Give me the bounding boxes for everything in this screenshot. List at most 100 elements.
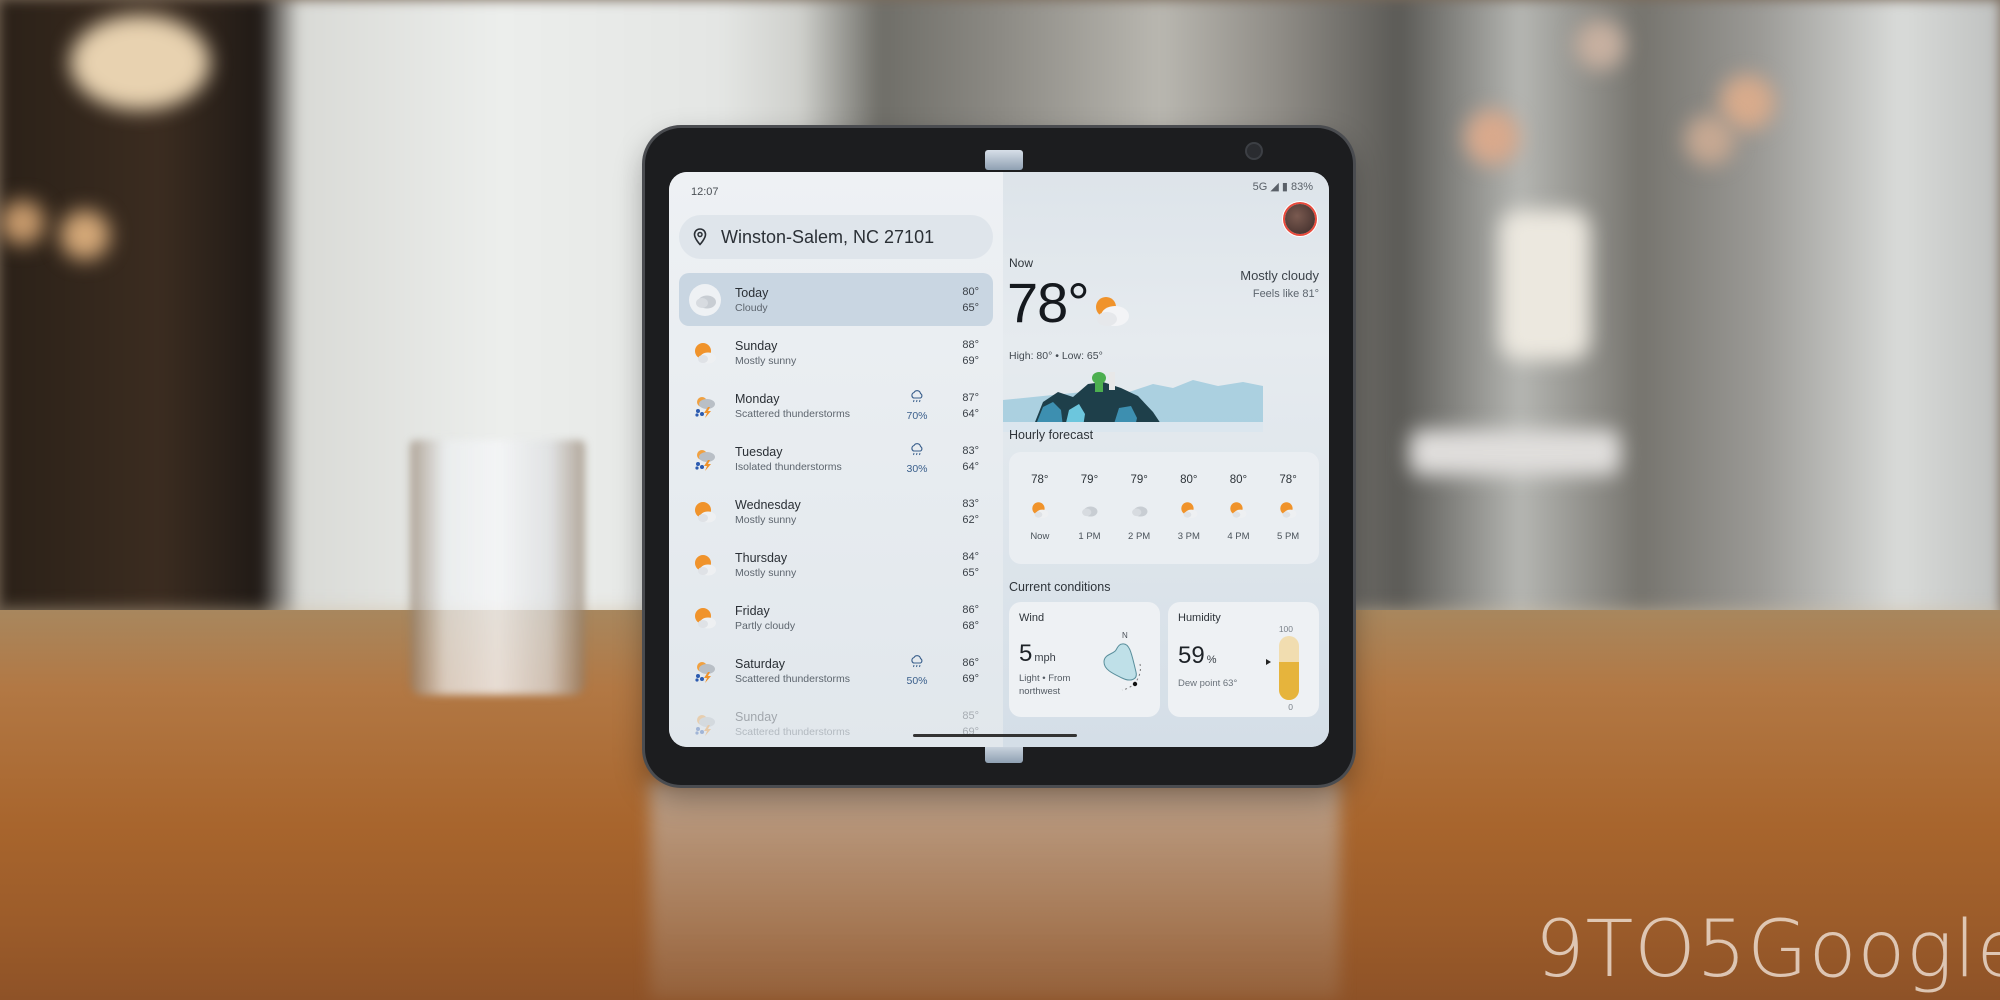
day-condition: Mostly sunny	[735, 566, 797, 579]
day-row[interactable]: Tuesday Isolated thunderstorms 30% 83° 6…	[679, 432, 993, 485]
day-text: Friday Partly cloudy	[735, 604, 897, 632]
bokeh-light	[1720, 75, 1775, 130]
wind-card[interactable]: Wind 5 mph Light • From northwest N	[1009, 602, 1160, 717]
day-temps: 87° 64°	[951, 390, 979, 422]
partly-cloudy-icon	[1228, 500, 1248, 525]
temp-high: 83°	[962, 497, 979, 510]
wind-description: Light • From northwest	[1019, 673, 1071, 697]
day-condition: Mostly sunny	[735, 354, 797, 367]
day-condition: Scattered thunderstorms	[735, 725, 850, 738]
day-row[interactable]: Thursday Mostly sunny 84° 65°	[679, 538, 993, 591]
wind-title: Wind	[1019, 612, 1045, 624]
precipitation: 50%	[897, 654, 937, 687]
humidity-gauge-track	[1279, 636, 1299, 700]
humidity-gauge-fill	[1279, 662, 1299, 700]
hour-time: 3 PM	[1177, 531, 1200, 542]
rain-icon	[910, 442, 924, 461]
hour-temp: 80°	[1180, 474, 1198, 486]
status-time: 12:07	[691, 186, 719, 198]
thunderstorm-icon	[689, 443, 721, 475]
hour-time: Now	[1030, 531, 1050, 542]
hour-time: 1 PM	[1078, 531, 1101, 542]
hourly-forecast-title: Hourly forecast	[1009, 428, 1094, 442]
day-temps: 84° 65°	[951, 549, 979, 581]
wind-speed: 5 mph	[1019, 640, 1056, 668]
hourly-item: 78° 5 PM	[1268, 474, 1308, 542]
hourly-item: 78° Now	[1020, 474, 1060, 542]
precip-chance: 50%	[906, 674, 928, 687]
bokeh-light	[0, 200, 45, 245]
thunderstorm-icon	[689, 390, 721, 422]
temp-high: 88°	[962, 338, 979, 351]
hourly-item: 79° 1 PM	[1069, 474, 1109, 542]
day-text: Today Cloudy	[735, 286, 897, 314]
day-name: Thursday	[735, 550, 788, 565]
hinge-top	[985, 150, 1023, 170]
feels-like: Feels like 81°	[1252, 288, 1319, 300]
mostly-sunny-icon	[689, 496, 721, 528]
now-label: Now	[1009, 256, 1034, 270]
humidity-marker-icon	[1266, 659, 1271, 666]
day-temps: 86° 68°	[951, 602, 979, 634]
partly-cloudy-icon	[1179, 500, 1199, 525]
day-row[interactable]: Monday Scattered thunderstorms 70% 87° 6…	[679, 379, 993, 432]
day-row[interactable]: Wednesday Mostly sunny 83° 62°	[679, 485, 993, 538]
day-row[interactable]: Today Cloudy 80° 65°	[679, 273, 993, 326]
humidity-scale-min: 0	[1288, 702, 1293, 712]
day-row[interactable]: Sunday Scattered thunderstorms 85° 69°	[679, 697, 993, 747]
mostly-sunny-icon	[689, 337, 721, 369]
day-row[interactable]: Friday Partly cloudy 86° 68°	[679, 591, 993, 644]
hourly-item: 80° 3 PM	[1169, 474, 1209, 542]
rain-icon	[910, 389, 924, 408]
blurred-chair	[1410, 430, 1620, 475]
day-row[interactable]: Saturday Scattered thunderstorms 50% 86°…	[679, 644, 993, 697]
hour-temp: 78°	[1279, 474, 1297, 486]
temp-low: 69°	[962, 725, 979, 738]
hourly-forecast-card[interactable]: 78° Now 79° 1 PM 79° 2 PM 80° 3 PM 80° 4…	[1009, 452, 1319, 564]
hour-temp: 79°	[1080, 474, 1099, 486]
blurred-lamp	[1500, 210, 1590, 360]
bokeh-light	[1685, 115, 1735, 165]
partly-cloudy-icon	[1278, 500, 1298, 525]
day-name: Today	[735, 285, 769, 300]
day-row[interactable]: Sunday Mostly sunny 88° 69°	[679, 326, 993, 379]
day-name: Monday	[735, 391, 780, 406]
day-condition: Scattered thunderstorms	[735, 407, 850, 420]
day-name: Sunday	[735, 338, 778, 353]
weather-app-screen: 12:07 Winston-Salem, NC 27101 Today Clou…	[669, 172, 1329, 747]
temp-high: 83°	[962, 444, 979, 457]
hour-time: 2 PM	[1128, 531, 1151, 542]
day-name: Sunday	[735, 709, 778, 724]
gesture-nav-handle[interactable]	[913, 734, 1077, 737]
day-condition: Scattered thunderstorms	[735, 672, 850, 685]
day-temps: 88° 69°	[951, 337, 979, 369]
day-text: Sunday Mostly sunny	[735, 339, 897, 367]
temp-low: 64°	[962, 407, 979, 420]
day-text: Monday Scattered thunderstorms	[735, 392, 897, 420]
current-conditions-title: Current conditions	[1009, 580, 1111, 594]
humidity-value: 59%	[1178, 642, 1216, 670]
temp-low: 69°	[962, 354, 979, 367]
humidity-title: Humidity	[1178, 612, 1221, 624]
day-text: Tuesday Isolated thunderstorms	[735, 445, 897, 473]
cloudy-icon	[1129, 500, 1149, 525]
precipitation: 70%	[897, 389, 937, 422]
precip-chance: 70%	[906, 409, 928, 422]
bokeh-light	[70, 15, 210, 110]
current-conditions-row: Wind 5 mph Light • From northwest N Humid…	[1009, 602, 1319, 717]
hour-temp: 78°	[1031, 474, 1049, 486]
day-name: Friday	[735, 603, 770, 618]
mostly-sunny-icon	[689, 549, 721, 581]
day-name: Wednesday	[735, 497, 801, 512]
humidity-card[interactable]: Humidity 59% Dew point 63° 100 0	[1168, 602, 1319, 717]
temp-high: 86°	[962, 656, 979, 669]
cloudy-icon	[689, 283, 721, 316]
account-avatar[interactable]	[1285, 204, 1315, 234]
front-camera	[1247, 144, 1261, 158]
location-search-bar[interactable]: Winston-Salem, NC 27101	[679, 215, 993, 259]
current-weather-pane: 5G ◢ ▮ 83% Now 78° High: 80° • Low: 65° …	[1003, 172, 1329, 747]
current-condition: Mostly cloudy	[1240, 268, 1319, 283]
thunderstorm-icon	[689, 708, 721, 740]
partly-cloudy-icon	[1030, 500, 1050, 525]
temp-low: 62°	[962, 513, 979, 526]
